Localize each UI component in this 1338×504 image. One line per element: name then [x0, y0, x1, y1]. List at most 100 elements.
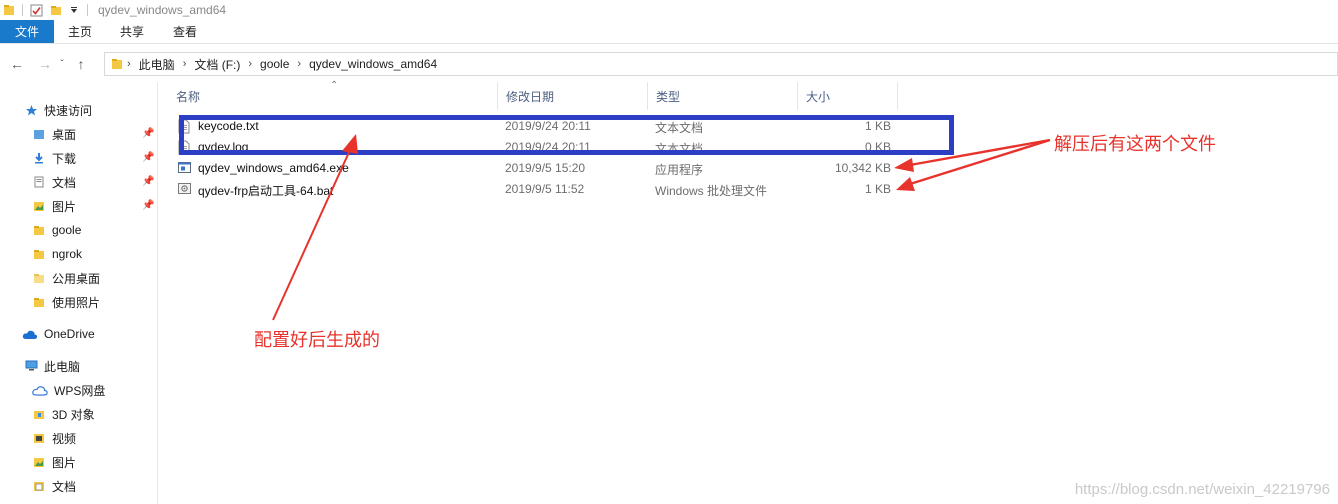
sidebar-item-3d-objects[interactable]: 3D 对象	[32, 403, 95, 425]
arrow-right-icon: →	[38, 56, 52, 72]
file-type: Windows 批处理文件	[655, 184, 768, 198]
sidebar-item-quick-access[interactable]: 快速访问	[24, 99, 92, 121]
chevron-down-icon: ˇ	[60, 58, 64, 70]
folder-icon	[32, 247, 46, 261]
up-button[interactable]: ↑	[70, 53, 92, 75]
breadcrumb-separator[interactable]: ›	[123, 58, 135, 70]
forward-button[interactable]: →	[34, 53, 56, 75]
navigation-bar: ← → ˇ ↑ › 此电脑 › 文档 (F:) › goole › qydev_…	[0, 50, 1338, 78]
file-type: 应用程序	[655, 163, 704, 177]
sidebar-item-label: 使用照片	[52, 295, 101, 310]
tab-file[interactable]: 文件	[0, 20, 54, 43]
sidebar-item-onedrive[interactable]: OneDrive	[22, 323, 95, 345]
recent-locations-button[interactable]: ˇ	[56, 53, 68, 75]
breadcrumb-this-pc[interactable]: 此电脑	[135, 56, 179, 73]
sidebar-item-label: 下载	[52, 151, 77, 166]
column-header-name[interactable]: 名称	[168, 82, 498, 110]
sidebar-item-label: 快速访问	[44, 103, 93, 118]
sidebar-item-label: 公用桌面	[52, 271, 101, 286]
annotation-text-extracted-files: 解压后有这两个文件	[1054, 134, 1216, 155]
pin-icon[interactable]: 📌	[142, 152, 154, 163]
sidebar-item-ngrok[interactable]: ngrok	[32, 243, 82, 265]
column-header-label: 名称	[176, 89, 201, 104]
pin-icon[interactable]: 📌	[142, 176, 154, 187]
file-date: 2019/9/5 15:20	[505, 161, 586, 175]
tab-view[interactable]: 查看	[158, 20, 212, 43]
sidebar-item-pc-documents[interactable]: 文档	[32, 475, 76, 497]
column-header-type[interactable]: 类型	[648, 82, 798, 110]
sidebar-item-label: WPS网盘	[54, 383, 106, 398]
sidebar-item-downloads[interactable]: 下载	[32, 147, 76, 169]
file-size: 10,342 KB	[834, 161, 891, 175]
file-row[interactable]: qydev-frp启动工具-64.bat 2019/9/5 11:52 Wind…	[174, 179, 1054, 200]
sidebar-item-videos[interactable]: 视频	[32, 427, 76, 449]
sidebar-item-goole[interactable]: goole	[32, 219, 81, 241]
sidebar-item-this-pc[interactable]: 此电脑	[24, 355, 80, 377]
column-header-label: 类型	[656, 89, 681, 104]
cloud-icon	[22, 327, 38, 341]
breadcrumb-drive[interactable]: 文档 (F:)	[190, 56, 244, 73]
sidebar-item-photos[interactable]: 使用照片	[32, 291, 100, 313]
highlight-box	[179, 115, 954, 155]
sidebar-item-pc-pictures[interactable]: 图片	[32, 451, 76, 473]
tab-share[interactable]: 共享	[106, 20, 158, 43]
sidebar-item-pictures[interactable]: 图片	[32, 195, 76, 217]
sidebar-item-label: OneDrive	[44, 327, 95, 341]
column-header-date[interactable]: 修改日期	[498, 82, 648, 110]
sidebar-item-label: ngrok	[52, 247, 83, 261]
customize-toolbar-icon[interactable]	[67, 3, 81, 17]
download-folder-icon	[32, 151, 46, 165]
window-title: qydev_windows_amd64	[98, 3, 227, 17]
breadcrumb-goole[interactable]: goole	[256, 57, 293, 71]
file-row[interactable]: qydev_windows_amd64.exe 2019/9/5 15:20 应…	[174, 158, 1054, 179]
wps-cloud-icon	[32, 383, 48, 397]
file-name: qydev-frp启动工具-64.bat	[198, 184, 334, 198]
new-folder-icon[interactable]	[49, 3, 63, 17]
computer-icon	[24, 359, 38, 373]
separator	[87, 4, 88, 16]
sidebar-item-public-desktop[interactable]: 公用桌面	[32, 267, 100, 289]
pictures-folder-icon	[32, 455, 46, 469]
breadcrumb-separator[interactable]: ›	[293, 58, 305, 70]
pictures-folder-icon	[32, 199, 46, 213]
video-folder-icon	[32, 431, 46, 445]
folder-icon	[111, 58, 123, 70]
ribbon-tabs: 文件 主页 共享 查看	[0, 20, 1338, 44]
breadcrumb-separator[interactable]: ›	[179, 58, 191, 70]
arrow-up-icon: ↑	[77, 56, 85, 72]
pin-icon[interactable]: 📌	[142, 200, 154, 211]
bat-file-icon	[178, 182, 191, 197]
folder-icon	[32, 295, 46, 309]
sidebar-item-desktop[interactable]: 桌面	[32, 123, 76, 145]
breadcrumb-separator[interactable]: ›	[244, 58, 256, 70]
sidebar-item-label: 图片	[52, 199, 77, 214]
3d-objects-icon	[32, 407, 46, 421]
navigation-pane: 快速访问 桌面 📌 下载 📌 文档 📌 图片 📌 goole ngrok 公用桌…	[0, 82, 158, 504]
tab-home[interactable]: 主页	[54, 20, 106, 43]
sidebar-item-label: 文档	[52, 479, 77, 494]
sidebar-item-label: 此电脑	[44, 359, 81, 374]
exe-file-icon	[178, 161, 191, 176]
desktop-folder-icon	[32, 127, 46, 141]
documents-folder-icon	[32, 175, 46, 189]
title-bar: qydev_windows_amd64	[0, 0, 1338, 20]
arrow-left-icon: ←	[10, 56, 24, 72]
file-date: 2019/9/5 11:52	[505, 182, 585, 196]
sidebar-item-documents[interactable]: 文档	[32, 171, 76, 193]
sidebar-item-label: 文档	[52, 175, 77, 190]
pin-icon[interactable]: 📌	[142, 128, 154, 139]
properties-icon[interactable]	[29, 3, 43, 17]
back-button[interactable]: ←	[6, 53, 28, 75]
column-header-label: 修改日期	[506, 89, 555, 104]
folder-icon	[2, 3, 16, 17]
sidebar-item-wps-drive[interactable]: WPS网盘	[32, 379, 105, 401]
sidebar-item-label: 桌面	[52, 127, 77, 142]
documents-folder-icon	[32, 479, 46, 493]
column-header-size[interactable]: 大小	[798, 82, 898, 110]
address-bar[interactable]: › 此电脑 › 文档 (F:) › goole › qydev_windows_…	[104, 52, 1338, 76]
sidebar-item-label: 3D 对象	[52, 407, 95, 422]
watermark: https://blog.csdn.net/weixin_42219796	[1074, 481, 1330, 498]
sidebar-item-label: 图片	[52, 455, 77, 470]
breadcrumb-current-folder[interactable]: qydev_windows_amd64	[305, 57, 441, 71]
annotation-text-generated-files: 配置好后生成的	[254, 330, 380, 351]
